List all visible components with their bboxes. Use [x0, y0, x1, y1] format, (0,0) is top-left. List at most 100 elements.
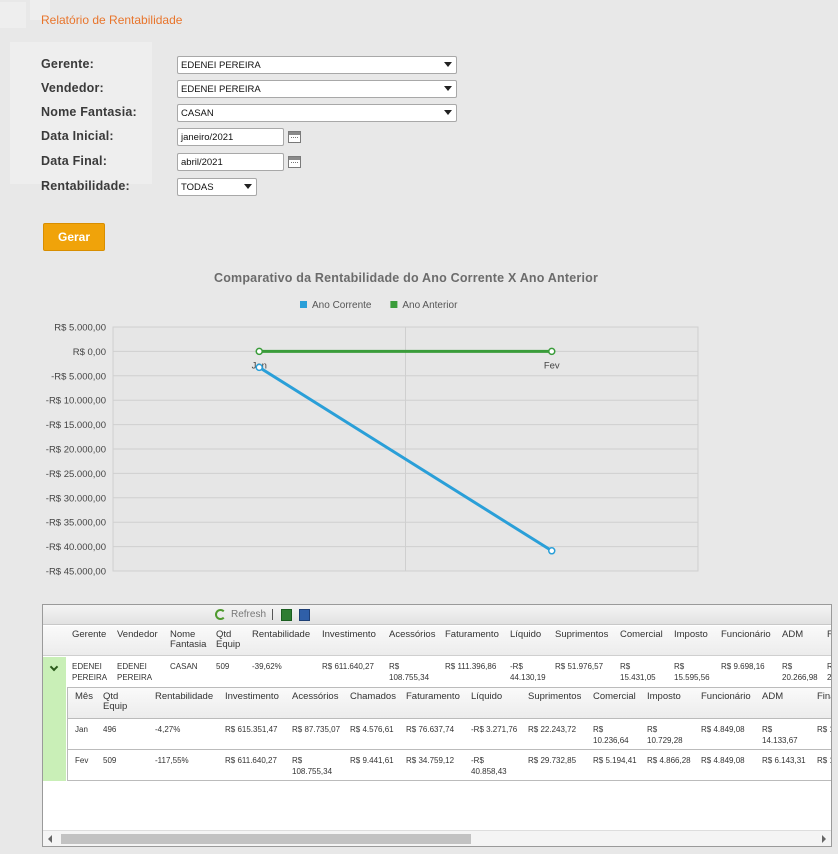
- column-header[interactable]: R: [827, 630, 831, 640]
- chevron-down-icon: [444, 62, 452, 67]
- column-header[interactable]: Faturamento: [406, 692, 460, 702]
- column-header[interactable]: Líquido: [510, 630, 541, 640]
- y-tick-label: -R$ 40.000,00: [46, 542, 106, 553]
- table-cell: R$ 615.351,47: [225, 725, 278, 734]
- word-export-icon[interactable]: [299, 609, 310, 621]
- expand-column: [43, 657, 66, 781]
- column-header[interactable]: ADM: [782, 630, 803, 640]
- column-header[interactable]: Suprimentos: [528, 692, 581, 702]
- table-cell: R$ 20.266,98: [782, 662, 818, 682]
- excel-export-icon[interactable]: [281, 609, 292, 621]
- column-header[interactable]: Acessórios: [389, 630, 435, 640]
- y-tick-label: R$ 0,00: [73, 347, 106, 358]
- y-tick-label: -R$ 30.000,00: [46, 493, 106, 504]
- data-inicial-label: Data Inicial:: [41, 129, 114, 143]
- y-tick-label: -R$ 10.000,00: [46, 396, 106, 407]
- table-cell: R$ 29.732,85: [528, 756, 577, 765]
- table-cell: R$ 51.976,57: [555, 662, 604, 671]
- column-header[interactable]: Funcionário: [721, 630, 771, 640]
- rentabilidade-select-value: TODAS: [181, 182, 214, 193]
- results-grid: Refresh Gerente Vendedor Nome Fantasia Q…: [42, 604, 832, 847]
- legend-swatch: [300, 301, 307, 308]
- chevron-down-icon: [444, 86, 452, 91]
- column-header[interactable]: Imposto: [674, 630, 708, 640]
- table-cell: R$ 108.755,34: [292, 756, 333, 776]
- column-header[interactable]: Vendedor: [117, 630, 158, 640]
- table-cell: R$ 34.759,12: [406, 756, 455, 765]
- column-header[interactable]: Mês: [75, 692, 93, 702]
- y-tick-label: -R$ 35.000,00: [46, 518, 106, 529]
- data-final-input[interactable]: abril/2021: [177, 153, 284, 171]
- column-header[interactable]: Imposto: [647, 692, 681, 702]
- table-cell: R$ 5.194,41: [593, 756, 637, 765]
- table-cell: -39,62%: [252, 662, 282, 671]
- table-cell: Fev: [75, 756, 89, 765]
- table-cell: 509: [216, 662, 230, 671]
- calendar-icon[interactable]: [288, 156, 301, 168]
- scroll-right-arrow-icon[interactable]: [822, 835, 826, 843]
- column-header[interactable]: Rentabilidade: [252, 630, 310, 640]
- column-header[interactable]: Chamados: [350, 692, 396, 702]
- column-header[interactable]: Nome Fantasia: [170, 630, 206, 650]
- calendar-icon[interactable]: [288, 131, 301, 143]
- data-inicial-input[interactable]: janeiro/2021: [177, 128, 284, 146]
- rentabilidade-select[interactable]: TODAS: [177, 178, 257, 196]
- refresh-icon[interactable]: [215, 609, 226, 620]
- y-tick-label: R$ 5.000,00: [54, 323, 106, 334]
- column-header[interactable]: Líquido: [471, 692, 502, 702]
- chevron-down-icon[interactable]: [49, 662, 59, 672]
- legend-label: Ano Anterior: [402, 300, 458, 311]
- refresh-button[interactable]: Refresh: [231, 609, 266, 620]
- table-cell: R$ 22.243,72: [528, 725, 577, 734]
- scrollbar-thumb[interactable]: [61, 834, 471, 844]
- table-cell: Jan: [75, 725, 88, 734]
- column-header[interactable]: Faturamento: [445, 630, 499, 640]
- column-header[interactable]: Funcionário: [701, 692, 751, 702]
- column-header[interactable]: Suprimentos: [555, 630, 608, 640]
- column-header[interactable]: Acessórios: [292, 692, 338, 702]
- x-tick-label: Fev: [544, 360, 560, 371]
- table-cell: EDENEI PEREIRA: [117, 662, 153, 682]
- scroll-left-arrow-icon[interactable]: [48, 835, 52, 843]
- legend-label: Ano Corrente: [312, 300, 372, 311]
- column-header[interactable]: Investimento: [225, 692, 279, 702]
- vendedor-select[interactable]: EDENEI PEREIRA: [177, 80, 457, 98]
- column-header[interactable]: Comercial: [620, 630, 663, 640]
- gerar-button[interactable]: Gerar: [43, 223, 105, 251]
- column-header[interactable]: Qtd Equip: [216, 630, 242, 650]
- table-cell: R$ 4.849,08: [701, 725, 745, 734]
- column-header[interactable]: Rentabilidade: [155, 692, 213, 702]
- table-cell: R$ 10.2: [817, 725, 831, 734]
- table-cell: R$ 15.595,56: [674, 662, 710, 682]
- table-cell: R$ 87.735,07: [292, 725, 341, 734]
- legend-swatch: [390, 301, 398, 308]
- rentabilidade-label: Rentabilidade:: [41, 179, 130, 193]
- detail-header: Mês Qtd Equip Rentabilidade Investimento…: [68, 688, 831, 719]
- gerente-select[interactable]: EDENEI PEREIRA: [177, 56, 457, 74]
- table-row[interactable]: Fev 509 -117,55% R$ 611.640,27 R$ 108.75…: [68, 751, 831, 781]
- y-tick-label: -R$ 20.000,00: [46, 445, 106, 456]
- table-cell: CASAN: [170, 662, 198, 671]
- table-cell: EDENEI PEREIRA: [72, 662, 108, 682]
- table-cell: R$ 10.729,28: [647, 725, 683, 745]
- vendedor-label: Vendedor:: [41, 81, 104, 95]
- table-cell: R$ 10.236,64: [593, 725, 629, 745]
- nome-fantasia-select-value: CASAN: [181, 108, 214, 119]
- column-header[interactable]: Gerente: [72, 630, 106, 640]
- column-header[interactable]: Comercial: [593, 692, 636, 702]
- chevron-down-icon: [444, 110, 452, 115]
- table-cell: R$ 6.143,31: [762, 756, 806, 765]
- table-cell: -R$ 3.271,76: [471, 725, 518, 734]
- table-cell: -R$ 40.858,43: [471, 756, 507, 776]
- column-header[interactable]: Investimento: [322, 630, 376, 640]
- y-tick-label: -R$ 15.000,00: [46, 420, 106, 431]
- table-row[interactable]: Jan 496 -4,27% R$ 615.351,47 R$ 87.735,0…: [68, 720, 831, 750]
- column-header[interactable]: Qtd Equip: [103, 692, 129, 712]
- nome-fantasia-select[interactable]: CASAN: [177, 104, 457, 122]
- column-header[interactable]: ADM: [762, 692, 783, 702]
- table-cell: R$ 108.755,34: [389, 662, 430, 682]
- table-cell: 509: [103, 756, 117, 765]
- table-row[interactable]: EDENEI PEREIRA EDENEI PEREIRA CASAN 509 …: [67, 657, 831, 689]
- horizontal-scrollbar[interactable]: [43, 830, 831, 846]
- column-header[interactable]: Fina: [817, 692, 831, 702]
